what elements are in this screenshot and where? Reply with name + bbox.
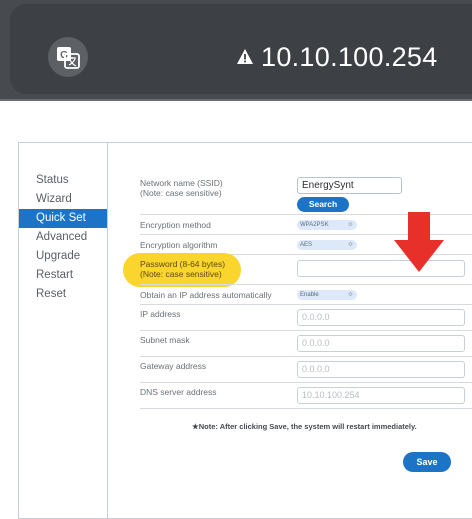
password-label: Password (8-64 bytes)	[140, 259, 226, 269]
subnet-mask-label: Subnet mask	[140, 335, 190, 345]
gateway-input[interactable]: 0.0.0.0	[297, 361, 465, 378]
ip-address-input[interactable]: 0.0.0.0	[297, 309, 465, 326]
url-text[interactable]: 10.10.100.254	[261, 42, 438, 73]
encryption-algorithm-select[interactable]: AES ≎	[297, 240, 357, 250]
chevron-down-icon: ≎	[347, 292, 353, 298]
translate-button[interactable]: G	[48, 37, 88, 77]
warning-icon	[237, 49, 253, 64]
dns-input[interactable]: 10.10.100.254	[297, 387, 465, 404]
ssid-input[interactable]: EnergySynt	[297, 177, 402, 194]
browser-toolbar: G 10.10.100.254	[0, 0, 472, 100]
encryption-method-value: WPA2PSK	[300, 222, 329, 228]
gateway-label: Gateway address	[140, 361, 207, 371]
ssid-row: Network name (SSID) (Note: case sensitiv…	[140, 171, 472, 215]
sidebar-item-wizard[interactable]: Wizard	[19, 190, 107, 209]
ip-address-label: IP address	[140, 309, 181, 319]
address-bar[interactable]: G 10.10.100.254	[10, 4, 472, 94]
encryption-algorithm-label: Encryption algorithm	[140, 240, 218, 250]
password-note: (Note: case sensitive)	[140, 269, 222, 279]
sidebar-item-status[interactable]: Status	[19, 171, 107, 190]
encryption-method-select[interactable]: WPA2PSK ≎	[297, 220, 357, 230]
chevron-down-icon: ≎	[347, 222, 353, 228]
subnet-mask-input[interactable]: 0.0.0.0	[297, 335, 465, 352]
dns-label: DNS server address	[140, 387, 217, 397]
ip-address-row: IP address 0.0.0.0	[140, 305, 472, 331]
gateway-row: Gateway address 0.0.0.0	[140, 357, 472, 383]
sidebar-item-advanced[interactable]: Advanced	[19, 228, 107, 247]
sidebar-item-restart[interactable]: Restart	[19, 266, 107, 285]
dns-row: DNS server address 10.10.100.254	[140, 383, 472, 409]
chevron-down-icon: ≎	[347, 242, 353, 248]
sidebar-item-upgrade[interactable]: Upgrade	[19, 247, 107, 266]
obtain-ip-select[interactable]: Enable ≎	[297, 290, 357, 300]
obtain-ip-row: Obtain an IP address automatically Enabl…	[140, 285, 472, 305]
arrow-down-icon	[394, 212, 444, 272]
obtain-ip-label: Obtain an IP address automatically	[140, 290, 272, 300]
router-panel: Status Wizard Quick Set Advanced Upgrade…	[18, 142, 472, 519]
sidebar-item-reset[interactable]: Reset	[19, 285, 107, 304]
ssid-note: (Note: case sensitive)	[140, 188, 222, 198]
sidebar-item-quick-set[interactable]: Quick Set	[19, 209, 107, 228]
encryption-method-label: Encryption method	[140, 220, 211, 230]
sidebar: Status Wizard Quick Set Advanced Upgrade…	[19, 143, 108, 518]
toolbar-divider	[0, 99, 472, 101]
translate-icon: G	[57, 47, 80, 69]
ssid-label: Network name (SSID)	[140, 178, 223, 188]
obtain-ip-value: Enable	[300, 292, 319, 298]
save-button[interactable]: Save	[403, 452, 451, 472]
encryption-algorithm-value: AES	[300, 242, 313, 248]
subnet-mask-row: Subnet mask 0.0.0.0	[140, 331, 472, 357]
search-button[interactable]: Search	[297, 197, 349, 212]
restart-note: ★Note: After clicking Save, the system w…	[192, 422, 417, 431]
